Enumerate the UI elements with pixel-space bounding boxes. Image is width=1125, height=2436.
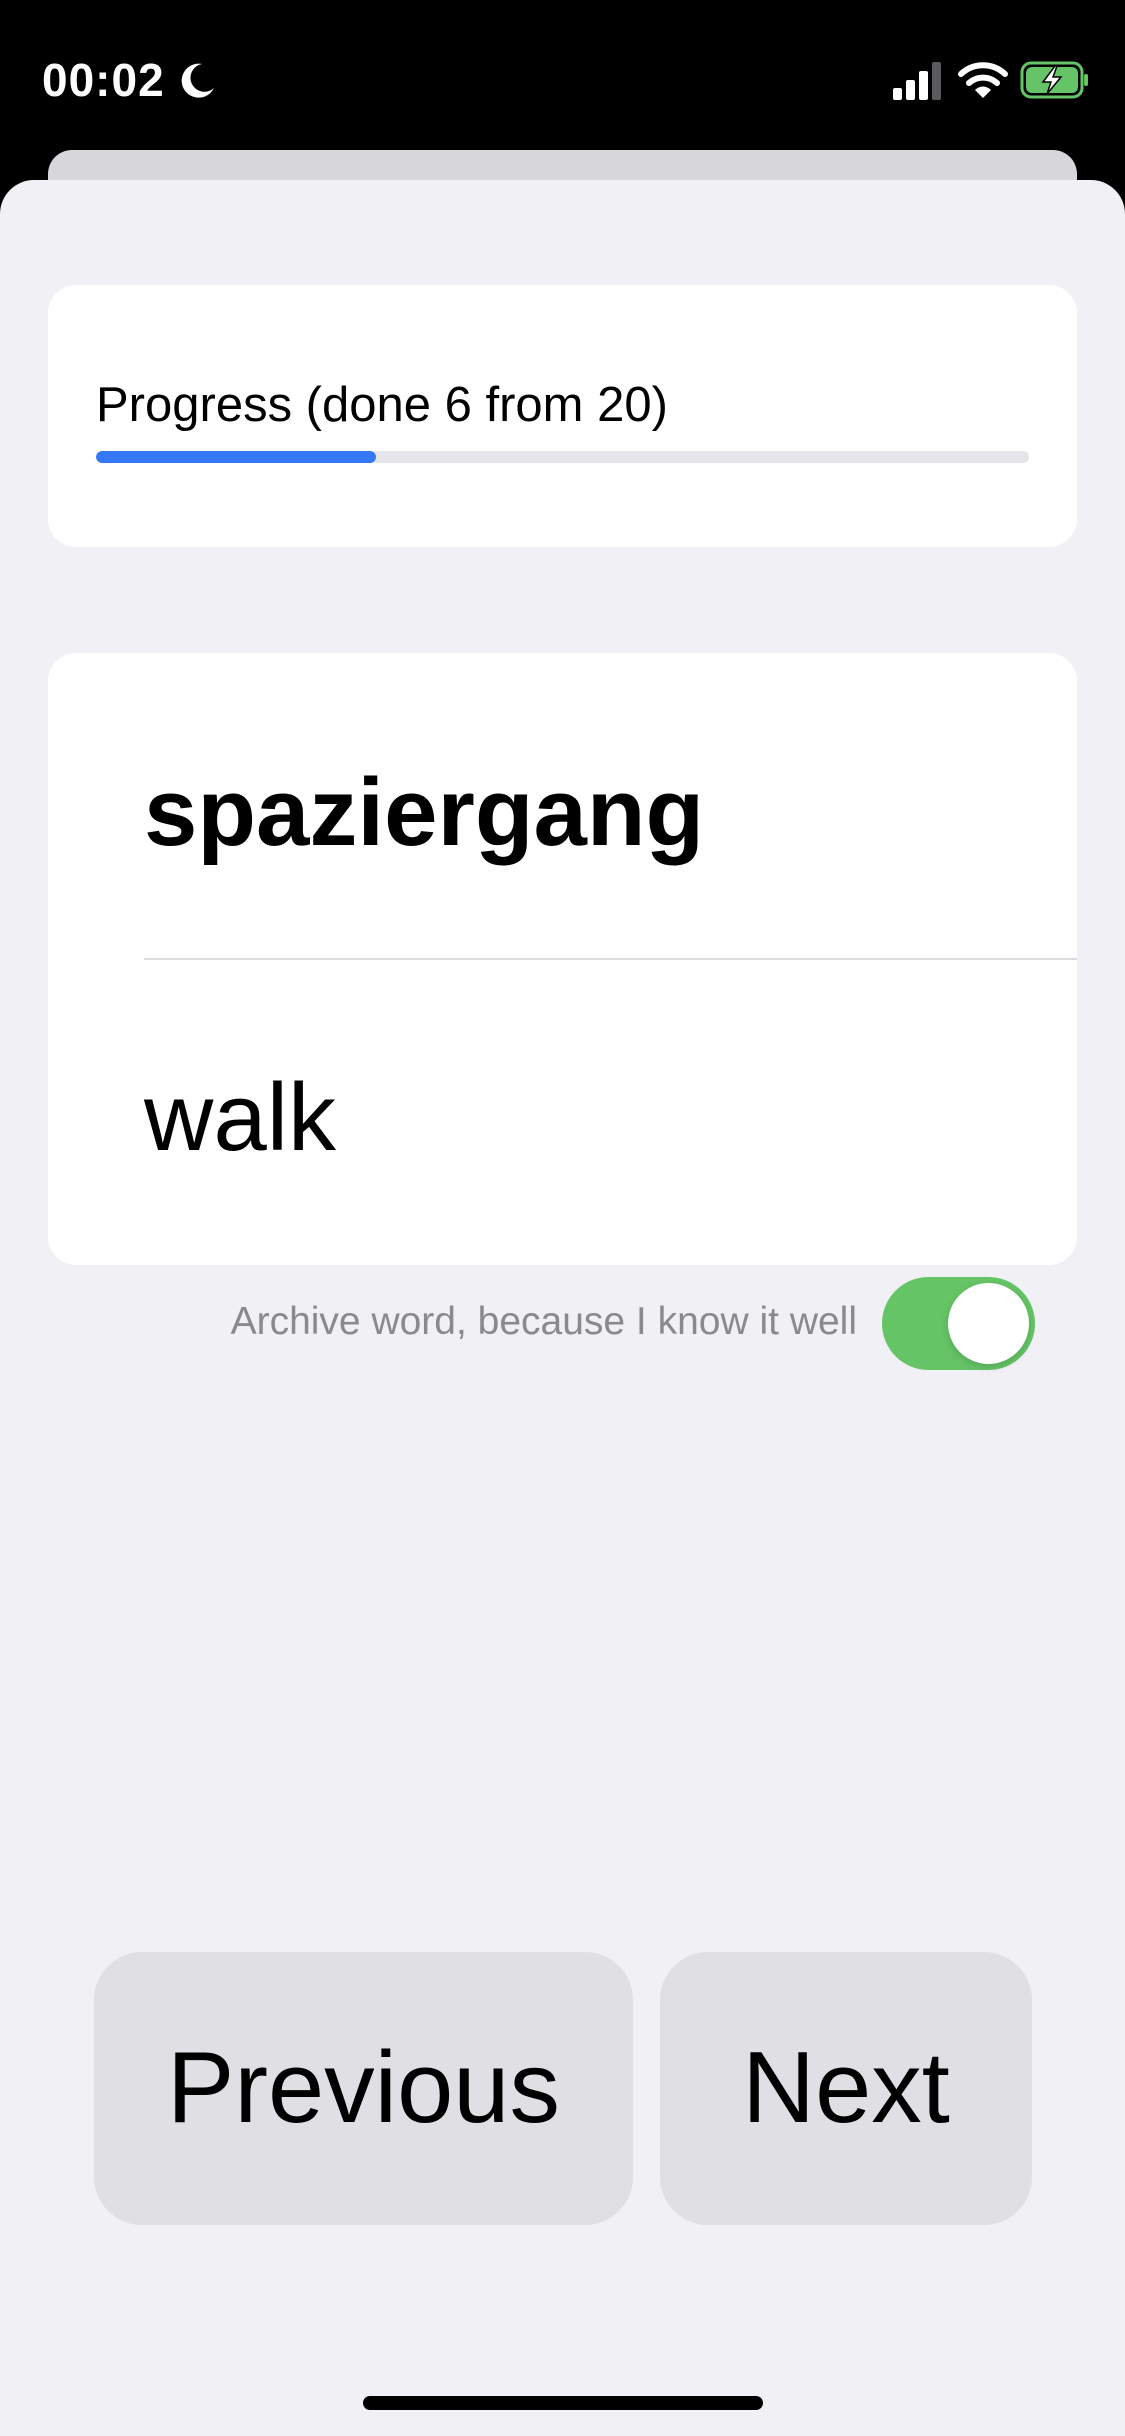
wifi-icon xyxy=(958,62,1008,98)
toggle-knob xyxy=(948,1283,1029,1364)
progress-bar-fill xyxy=(96,451,376,463)
progress-label: Progress (done 6 from 20) xyxy=(96,378,668,432)
archive-label: Archive word, because I know it well xyxy=(230,1300,857,1343)
word-term: spaziergang xyxy=(144,759,705,866)
word-card: spaziergang walk xyxy=(48,653,1077,1265)
progress-bar xyxy=(96,451,1029,463)
next-button[interactable]: Next xyxy=(660,1952,1032,2225)
previous-button[interactable]: Previous xyxy=(94,1952,633,2225)
archive-toggle[interactable] xyxy=(882,1277,1035,1370)
cellular-signal-icon xyxy=(893,62,941,100)
battery-charging-icon xyxy=(1020,61,1088,99)
status-time: 00:02 xyxy=(42,54,165,106)
card-divider xyxy=(144,958,1077,960)
study-sheet: Progress (done 6 from 20) spaziergang wa… xyxy=(0,180,1125,2436)
status-bar: 00:02 xyxy=(0,0,1125,150)
moon-icon xyxy=(181,63,214,98)
home-indicator xyxy=(363,2396,763,2410)
progress-card: Progress (done 6 from 20) xyxy=(48,285,1077,547)
word-translation: walk xyxy=(144,1064,337,1171)
